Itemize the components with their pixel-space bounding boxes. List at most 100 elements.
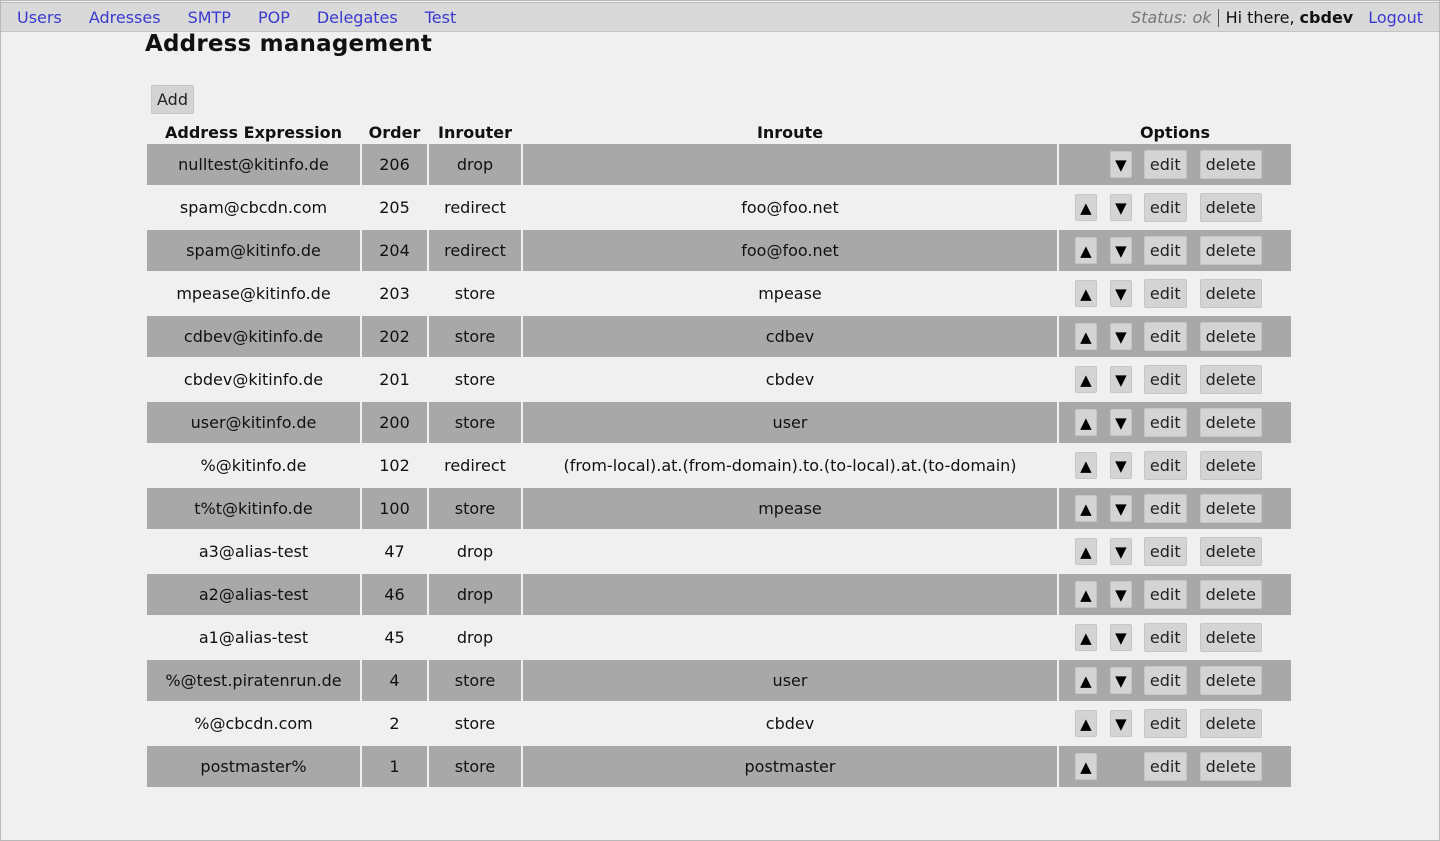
delete-button[interactable]: delete bbox=[1199, 150, 1262, 179]
delete-button[interactable]: delete bbox=[1199, 322, 1262, 351]
table-header-row: Address Expression Order Inrouter Inrout… bbox=[147, 122, 1291, 142]
move-down-button[interactable]: ▼ bbox=[1109, 280, 1132, 307]
greeting-text: Hi there, bbox=[1225, 8, 1295, 27]
delete-button[interactable]: delete bbox=[1199, 236, 1262, 265]
edit-button[interactable]: edit bbox=[1143, 666, 1187, 695]
row-options: ▲ ▼ edit delete bbox=[1059, 279, 1291, 308]
edit-button[interactable]: edit bbox=[1143, 752, 1187, 781]
move-up-button[interactable]: ▲ bbox=[1074, 409, 1097, 436]
move-up-button[interactable]: ▲ bbox=[1074, 581, 1097, 608]
cell-order: 4 bbox=[362, 660, 427, 701]
edit-button[interactable]: edit bbox=[1143, 494, 1187, 523]
nav-users[interactable]: Users bbox=[17, 8, 62, 27]
cell-inrouter: store bbox=[454, 714, 496, 733]
move-down-button[interactable]: ▼ bbox=[1109, 366, 1132, 393]
header-options: Options bbox=[1139, 122, 1211, 142]
move-up-button[interactable]: ▲ bbox=[1074, 495, 1097, 522]
edit-button[interactable]: edit bbox=[1143, 623, 1187, 652]
edit-button[interactable]: edit bbox=[1143, 150, 1187, 179]
edit-button[interactable]: edit bbox=[1143, 408, 1187, 437]
edit-button[interactable]: edit bbox=[1143, 451, 1187, 480]
cell-address-expression: spam@kitinfo.de bbox=[147, 230, 360, 271]
move-up-button[interactable]: ▲ bbox=[1074, 753, 1097, 780]
move-down-button[interactable]: ▼ bbox=[1109, 710, 1132, 737]
move-down-button[interactable]: ▼ bbox=[1109, 452, 1132, 479]
edit-button[interactable]: edit bbox=[1143, 279, 1187, 308]
nav-pop[interactable]: POP bbox=[258, 8, 290, 27]
cell-order: 1 bbox=[362, 746, 427, 787]
edit-button[interactable]: edit bbox=[1143, 193, 1187, 222]
move-up-button[interactable]: ▲ bbox=[1074, 194, 1097, 221]
move-down-button[interactable]: ▼ bbox=[1109, 538, 1132, 565]
table-row: nulltest@kitinfo.de 206 drop ▼ edit delete bbox=[147, 144, 1291, 185]
move-down-button[interactable]: ▼ bbox=[1109, 581, 1132, 608]
nav-adresses[interactable]: Adresses bbox=[89, 8, 161, 27]
delete-button[interactable]: delete bbox=[1199, 709, 1262, 738]
logout-link[interactable]: Logout bbox=[1368, 8, 1423, 27]
delete-button[interactable]: delete bbox=[1199, 666, 1262, 695]
cell-order: 202 bbox=[362, 316, 427, 357]
delete-button[interactable]: delete bbox=[1199, 752, 1262, 781]
cell-order: 200 bbox=[362, 402, 427, 443]
row-options: ▼ edit delete bbox=[1059, 150, 1291, 179]
move-up-button[interactable]: ▲ bbox=[1074, 366, 1097, 393]
cell-address-expression: mpease@kitinfo.de bbox=[176, 284, 331, 303]
move-up-button[interactable]: ▲ bbox=[1074, 323, 1097, 350]
row-options: ▲ edit delete bbox=[1059, 752, 1291, 781]
cell-inrouter: store bbox=[429, 660, 521, 701]
move-up-button[interactable]: ▲ bbox=[1074, 710, 1097, 737]
move-down-button[interactable]: ▼ bbox=[1109, 495, 1132, 522]
move-down-button[interactable]: ▼ bbox=[1109, 667, 1132, 694]
cell-inrouter: store bbox=[454, 284, 496, 303]
table-row: %@cbcdn.com 2 store cbdev ▲ ▼ edit delete bbox=[147, 703, 1291, 744]
nav-smtp[interactable]: SMTP bbox=[188, 8, 231, 27]
move-up-button[interactable]: ▲ bbox=[1074, 237, 1097, 264]
move-up-button[interactable]: ▲ bbox=[1074, 624, 1097, 651]
delete-button[interactable]: delete bbox=[1199, 451, 1262, 480]
table-row: postmaster% 1 store postmaster ▲ edit delete bbox=[147, 746, 1291, 787]
move-up-button[interactable]: ▲ bbox=[1074, 538, 1097, 565]
cell-address-expression: nulltest@kitinfo.de bbox=[147, 144, 360, 185]
move-down-button[interactable]: ▼ bbox=[1109, 237, 1132, 264]
edit-button[interactable]: edit bbox=[1143, 365, 1187, 394]
move-down-button[interactable]: ▼ bbox=[1109, 151, 1132, 178]
edit-button[interactable]: edit bbox=[1143, 236, 1187, 265]
delete-button[interactable]: delete bbox=[1199, 494, 1262, 523]
move-up-button[interactable]: ▲ bbox=[1074, 280, 1097, 307]
row-options: ▲ ▼ edit delete bbox=[1059, 193, 1291, 222]
delete-button[interactable]: delete bbox=[1199, 537, 1262, 566]
add-button[interactable]: Add bbox=[151, 85, 194, 114]
move-up-button[interactable]: ▲ bbox=[1074, 667, 1097, 694]
move-down-button[interactable]: ▼ bbox=[1109, 409, 1132, 436]
edit-button[interactable]: edit bbox=[1143, 709, 1187, 738]
move-down-button[interactable]: ▼ bbox=[1109, 323, 1132, 350]
table-row: %@test.piratenrun.de 4 store user ▲ ▼ edit dele… bbox=[147, 660, 1291, 701]
header-order: Order bbox=[368, 122, 421, 142]
main-nav: Users Adresses SMTP POP Delegates Test bbox=[17, 8, 483, 27]
move-down-button[interactable]: ▼ bbox=[1109, 194, 1132, 221]
cell-inrouter: drop bbox=[456, 628, 494, 647]
row-options: ▲ ▼ edit delete bbox=[1059, 709, 1291, 738]
delete-button[interactable]: delete bbox=[1199, 580, 1262, 609]
move-down-button[interactable]: ▼ bbox=[1109, 624, 1132, 651]
row-options: ▲ ▼ edit delete bbox=[1059, 580, 1291, 609]
delete-button[interactable]: delete bbox=[1199, 193, 1262, 222]
delete-button[interactable]: delete bbox=[1199, 408, 1262, 437]
delete-button[interactable]: delete bbox=[1199, 623, 1262, 652]
delete-button[interactable]: delete bbox=[1199, 279, 1262, 308]
cell-inroute: cbdev bbox=[765, 714, 815, 733]
delete-button[interactable]: delete bbox=[1199, 365, 1262, 394]
edit-button[interactable]: edit bbox=[1143, 322, 1187, 351]
cell-address-expression: t%t@kitinfo.de bbox=[147, 488, 360, 529]
cell-address-expression: postmaster% bbox=[147, 746, 360, 787]
nav-delegates[interactable]: Delegates bbox=[317, 8, 398, 27]
cell-order: 206 bbox=[362, 144, 427, 185]
cell-inroute bbox=[523, 144, 1057, 185]
edit-button[interactable]: edit bbox=[1143, 537, 1187, 566]
move-up-button[interactable]: ▲ bbox=[1074, 452, 1097, 479]
cell-inroute: user bbox=[523, 660, 1057, 701]
header-inroute: Inroute bbox=[756, 122, 824, 142]
edit-button[interactable]: edit bbox=[1143, 580, 1187, 609]
cell-inroute: user bbox=[523, 402, 1057, 443]
nav-test[interactable]: Test bbox=[425, 8, 457, 27]
